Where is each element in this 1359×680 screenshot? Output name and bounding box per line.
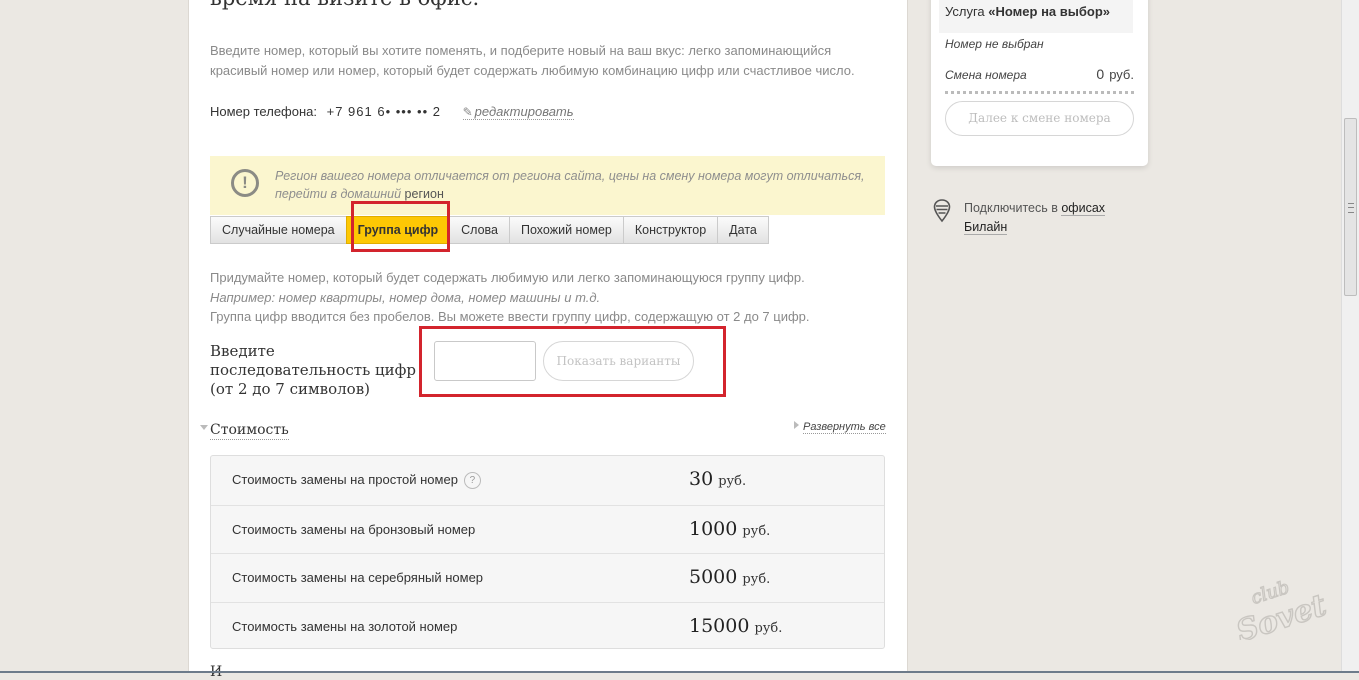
- tab-words[interactable]: Слова: [449, 216, 511, 244]
- next-step-button[interactable]: Далее к смене номера: [945, 101, 1134, 136]
- offices-prefix: Подключитесь в: [964, 201, 1058, 215]
- tab-random-numbers[interactable]: Случайные номера: [210, 216, 347, 244]
- beeline-link[interactable]: Билайн: [964, 220, 1008, 235]
- offices-link[interactable]: офисах: [1061, 201, 1106, 216]
- price-amount: 1000: [689, 517, 738, 540]
- price-amount: 30: [689, 468, 714, 490]
- phone-row: Номер телефона: +7 961 6• ••• •• 2 ✎ реда…: [210, 104, 574, 120]
- service-prefix: Услуга: [945, 4, 985, 19]
- collapse-arrow-icon[interactable]: [200, 425, 208, 430]
- digit-group-description: Придумайте номер, который будет содержат…: [210, 268, 810, 327]
- order-summary-card: Услуга «Номер на выбор» Номер не выбран …: [931, 0, 1148, 166]
- dotted-divider: [945, 91, 1134, 98]
- region-link[interactable]: регион: [405, 187, 444, 201]
- price-label-text: Стоимость замены на простой номер: [232, 472, 458, 487]
- phone-label: Номер телефона:: [210, 104, 317, 119]
- help-icon[interactable]: ?: [463, 472, 481, 489]
- grip-icon: [1348, 203, 1354, 213]
- price-table: Стоимость замены на простой номер? 30 руб…: [210, 455, 885, 649]
- price-row-label: Стоимость замены на бронзовый номер: [232, 521, 476, 537]
- price-row-label: Стоимость замены на золотой номер: [232, 618, 458, 634]
- price-amount: 5000: [689, 566, 738, 588]
- service-name: «Номер на выбор»: [988, 4, 1111, 19]
- expand-arrow-icon: [794, 421, 799, 429]
- price-value: 1000 руб.: [689, 518, 770, 540]
- service-header: Услуга «Номер на выбор»: [939, 0, 1133, 33]
- expand-all-link[interactable]: Развернуть все: [794, 421, 886, 434]
- warning-message: Регион вашего номера отличается от регио…: [275, 169, 865, 201]
- price-value: 5000 руб.: [689, 566, 770, 588]
- number-not-selected: Номер не выбран: [945, 37, 1044, 51]
- edit-link-label: редактировать: [474, 104, 574, 119]
- exclamation-icon: !: [231, 169, 259, 197]
- change-unit: руб.: [1109, 67, 1134, 82]
- number-change-label: Смена номера: [945, 68, 1027, 82]
- page-title: время на визите в офис.: [210, 0, 479, 10]
- vertical-scrollbar[interactable]: [1341, 0, 1359, 673]
- phone-number: +7 961 6• ••• •• 2: [326, 104, 441, 119]
- price-row: Стоимость замены на простой номер? 30 руб…: [211, 456, 884, 505]
- pencil-icon: ✎: [462, 105, 473, 119]
- description-line-3: Группа цифр вводится без пробелов. Вы мо…: [210, 309, 810, 324]
- region-warning: ! Регион вашего номера отличается от рег…: [210, 156, 885, 215]
- tab-similar-number[interactable]: Похожий номер: [509, 216, 624, 244]
- number-type-tabs: Случайные номера Группа цифр Слова Похож…: [210, 216, 769, 244]
- price-unit: руб.: [742, 572, 771, 587]
- offices-promo: Подключитесь в офисах Билайн: [964, 199, 1106, 237]
- price-row-label: Стоимость замены на простой номер?: [232, 472, 481, 489]
- warning-text: Регион вашего номера отличается от регио…: [275, 167, 875, 203]
- number-change-price: 0 руб.: [1096, 66, 1134, 82]
- highlight-box-input: [419, 326, 726, 397]
- scrollbar-thumb[interactable]: [1344, 118, 1357, 296]
- cost-heading[interactable]: Стоимость: [210, 421, 289, 440]
- price-unit: руб.: [742, 523, 771, 539]
- price-unit: руб.: [718, 474, 747, 489]
- service-title: Услуга «Номер на выбор»: [945, 4, 1110, 19]
- edit-phone-link[interactable]: ✎ редактировать: [462, 104, 574, 120]
- change-amount: 0: [1096, 66, 1105, 82]
- price-value: 15000 руб.: [689, 615, 782, 637]
- price-unit: руб.: [754, 620, 783, 636]
- price-row: Стоимость замены на бронзовый номер 1000…: [211, 504, 884, 554]
- location-pin-icon: [933, 199, 951, 223]
- tab-date[interactable]: Дата: [717, 216, 769, 244]
- description-example: Например: номер квартиры, номер дома, но…: [210, 289, 601, 305]
- watermark-logo: club Sovet: [1231, 576, 1331, 640]
- expand-all-label: Развернуть все: [803, 421, 886, 434]
- description-line-1: Придумайте номер, который будет содержат…: [210, 270, 805, 285]
- price-amount: 15000: [689, 614, 750, 637]
- price-row: Стоимость замены на серебряный номер 500…: [211, 553, 884, 602]
- price-row: Стоимость замены на золотой номер 15000 р…: [211, 601, 884, 651]
- price-row-label: Стоимость замены на серебряный номер: [232, 570, 484, 585]
- tab-constructor[interactable]: Конструктор: [622, 216, 719, 244]
- intro-text: Введите номер, который вы хотите поменят…: [210, 43, 855, 78]
- highlight-box-tab: [351, 201, 450, 252]
- price-value: 30 руб.: [689, 468, 746, 490]
- sequence-label: Введите последовательность цифр (от 2 до…: [210, 342, 417, 398]
